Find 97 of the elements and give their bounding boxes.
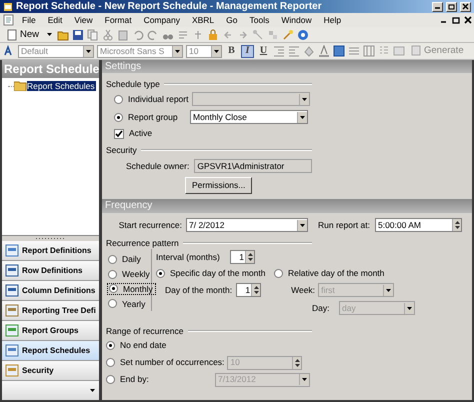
group-label: Range of recurrence <box>106 326 184 336</box>
chevron-icon[interactable] <box>89 388 96 393</box>
option-label: Individual report <box>128 94 188 104</box>
document-icon <box>2 14 16 26</box>
menu-item[interactable]: Tools <box>244 14 276 26</box>
new-button[interactable]: New <box>3 28 42 40</box>
radio-button[interactable] <box>109 284 118 294</box>
menu-item[interactable]: Company <box>138 14 186 26</box>
date-dropdown[interactable]: 7/ 2/2012 <box>186 218 308 232</box>
menu-item[interactable]: Go <box>220 14 244 26</box>
option-label: Weekly <box>122 269 150 280</box>
module-icon <box>5 364 19 377</box>
tree-item[interactable]: Report Schedules <box>27 81 96 92</box>
interval-spinner[interactable]: 1 <box>230 250 255 264</box>
checkbox-label: Active <box>129 128 152 139</box>
option-label: Report group <box>128 112 178 122</box>
restore-icon[interactable] <box>447 2 456 11</box>
app-icon <box>3 2 13 12</box>
help-icon[interactable] <box>297 28 310 40</box>
menu-item[interactable]: XBRL <box>186 14 220 26</box>
field-label: Week: <box>291 284 316 296</box>
checkbox[interactable] <box>114 128 124 138</box>
radio-button[interactable] <box>156 268 165 278</box>
module-icon <box>5 244 19 257</box>
menu-item[interactable]: File <box>16 14 42 26</box>
option-label: Daily <box>122 254 141 264</box>
radio-button[interactable] <box>106 375 115 384</box>
format-button[interactable]: B <box>225 44 238 58</box>
field-label: Schedule owner: <box>126 160 190 172</box>
section-header: Frequency <box>102 199 472 213</box>
group-label: Recurrence pattern <box>106 238 179 248</box>
day-spinner[interactable]: 1 <box>236 283 262 297</box>
fill-color-icon[interactable] <box>303 45 315 57</box>
style-dropdown[interactable]: Default <box>18 44 94 58</box>
module-icon <box>5 304 19 317</box>
option-label: Relative day of the month <box>288 268 384 278</box>
lock-icon[interactable] <box>207 28 220 40</box>
nav-button[interactable]: Row Definitions <box>2 261 99 281</box>
module-icon <box>5 284 19 297</box>
format-button[interactable]: U <box>257 44 270 58</box>
restore-icon[interactable] <box>450 15 462 25</box>
size-dropdown[interactable]: 10 <box>186 44 222 58</box>
spin-buttons[interactable] <box>251 284 260 296</box>
nav-button[interactable]: Report Schedules <box>2 341 99 361</box>
close-icon[interactable] <box>461 2 470 11</box>
save-icon[interactable] <box>72 28 84 40</box>
radio-button[interactable] <box>108 299 117 308</box>
option-label: End by: <box>120 374 149 385</box>
splitter-grip-icon[interactable] <box>36 237 66 240</box>
section-header: Settings <box>102 60 472 73</box>
module-icon <box>5 324 19 337</box>
time-spinner[interactable]: 5:00:00 AM <box>374 218 462 232</box>
owner-field[interactable]: GPSVR1\Administrator <box>194 159 312 173</box>
radio-button[interactable] <box>114 112 123 122</box>
spin-buttons[interactable] <box>452 219 461 231</box>
window-title: Report Schedule - New Report Schedule - Management Reporter <box>16 0 323 12</box>
close-icon[interactable] <box>462 15 474 25</box>
option-label: No end date <box>120 340 166 351</box>
font-color-icon[interactable] <box>318 45 330 57</box>
radio-button[interactable] <box>108 270 117 279</box>
nav-button[interactable]: Report Definitions <box>2 241 99 261</box>
option-label: Specific day of the month <box>170 268 266 278</box>
permissions-button[interactable]: Permissions... <box>185 176 252 194</box>
radio-button[interactable] <box>106 341 115 350</box>
nav-button[interactable]: Security <box>2 361 99 381</box>
field-label: Run report at: <box>318 220 370 230</box>
field-label: Day of the month: <box>165 284 232 296</box>
nav-button[interactable]: Report Groups <box>2 321 99 341</box>
menu-item[interactable]: Window <box>275 14 318 26</box>
group-label: Security <box>106 144 137 156</box>
menu-item[interactable]: Help <box>318 14 348 26</box>
field-label: Start recurrence: <box>118 220 182 230</box>
folder-icon <box>14 81 27 92</box>
panel-title: Report Schedule <box>2 60 99 78</box>
format-button[interactable]: I <box>241 44 254 58</box>
menu-item[interactable]: View <box>68 14 99 26</box>
radio-button[interactable] <box>106 358 115 367</box>
menu-item[interactable]: Format <box>98 14 138 26</box>
option-label: Yearly <box>122 298 146 309</box>
option-label: Monthly <box>123 284 153 294</box>
nav-button[interactable]: Reporting Tree Defi <box>2 301 99 321</box>
new-document-icon <box>6 28 18 40</box>
module-icon <box>5 344 19 357</box>
menu-item[interactable]: Edit <box>42 14 68 26</box>
field-label: Day: <box>312 302 330 314</box>
radio-button[interactable] <box>274 268 283 278</box>
option-label: Set number of occurrences: <box>120 357 224 368</box>
spin-buttons[interactable] <box>245 251 254 263</box>
module-icon <box>5 264 19 277</box>
group-label: Schedule type <box>106 78 160 90</box>
nav-button[interactable]: Column Definitions <box>2 281 99 301</box>
font-dropdown[interactable]: Microsoft Sans S <box>97 44 183 58</box>
radio-button[interactable] <box>108 254 117 264</box>
field-label: Interval (months) <box>156 252 221 262</box>
wand-icon[interactable] <box>282 28 294 40</box>
spin-buttons[interactable] <box>292 356 302 368</box>
group-dropdown[interactable]: Monthly Close <box>190 110 308 124</box>
